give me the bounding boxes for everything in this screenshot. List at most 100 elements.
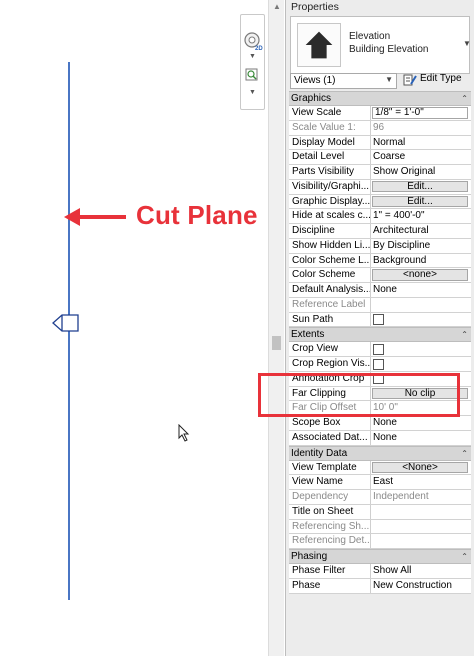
type-name-label: Building Elevation [349,44,429,55]
property-row-sun-path[interactable]: Sun Path [289,312,471,328]
scroll-up-arrow-icon[interactable]: ▲ [273,2,281,11]
property-row-visibility-graphics[interactable]: Visibility/Graphi... Edit... [289,179,471,195]
property-row-view-template[interactable]: View Template <None> [289,460,471,476]
property-row-discipline[interactable]: Discipline Architectural [289,224,471,239]
property-value[interactable]: 1" = 400'-0" [371,209,471,223]
property-name: Sun Path [289,312,371,327]
property-row-associated-datum[interactable]: Associated Dat... None [289,430,471,446]
property-value [371,534,471,548]
property-name: Discipline [289,224,371,238]
chevron-down-icon[interactable]: ▼ [463,39,471,48]
property-name: Crop View [289,342,371,356]
property-name: Graphic Display... [289,194,371,209]
crop-view-checkbox[interactable] [373,343,384,355]
edit-type-button[interactable]: Edit Type [401,71,469,89]
property-value[interactable]: Normal [371,136,471,150]
property-row-scope-box[interactable]: Scope Box None [289,416,471,431]
property-row-phase[interactable]: Phase New Construction [289,578,471,594]
property-value[interactable]: East [371,475,471,489]
property-row-color-scheme-location[interactable]: Color Scheme L... Background [289,253,471,269]
property-value[interactable]: Architectural [371,224,471,238]
property-row-dependency: Dependency Independent [289,490,471,505]
scrollbar-thumb[interactable] [272,336,281,350]
view-scale-input[interactable]: 1/8" = 1'-0" [372,107,468,119]
instance-selector[interactable]: Views (1) ▼ [290,73,397,89]
zoom-icon[interactable] [243,67,263,87]
properties-palette: Properties Elevation Building Elevation … [285,0,474,656]
collapse-icon[interactable]: ⌃ [461,550,468,563]
drawing-area[interactable]: Cut Plane 2D ▼ ▼ [0,0,268,656]
property-row-hide-at-scales[interactable]: Hide at scales c... 1" = 400'-0" [289,209,471,224]
type-selector[interactable]: Elevation Building Elevation ▼ [290,16,471,74]
property-name: Default Analysis... [289,283,371,297]
property-value: Independent [373,491,429,502]
property-name: View Name [289,475,371,489]
crop-region-visible-checkbox[interactable] [373,358,384,370]
edit-type-icon [403,74,417,86]
section-extents[interactable]: Extents ⌃ [289,327,471,343]
visibility-graphics-edit-button[interactable]: Edit... [372,180,468,193]
wheel-2d-label: 2D [255,46,263,51]
cut-plane-annotation: Cut Plane [136,200,258,230]
type-family-label: Elevation [349,31,391,42]
revit-window: Cut Plane 2D ▼ ▼ ▲ Properties Elevation … [0,0,474,656]
section-phasing[interactable]: Phasing ⌃ [289,549,471,564]
property-value[interactable]: None [371,283,471,297]
property-row-reference-label: Reference Label [289,297,471,313]
section-graphics[interactable]: Graphics ⌃ [289,91,471,106]
property-value[interactable]: Coarse [371,150,471,164]
steering-wheel-icon[interactable]: 2D [243,31,263,51]
property-name: View Template [289,460,371,475]
graphic-display-edit-button[interactable]: Edit... [372,195,468,207]
elevation-marker-icon[interactable] [52,313,80,333]
property-name: Show Hidden Li... [289,238,371,253]
section-identity-data[interactable]: Identity Data ⌃ [289,445,471,461]
property-row-crop-view[interactable]: Crop View [289,342,471,357]
property-row-default-analysis[interactable]: Default Analysis... None [289,283,471,298]
property-row-phase-filter[interactable]: Phase Filter Show All [289,564,471,579]
property-name: Hide at scales c... [289,209,371,223]
property-row-crop-region-visible[interactable]: Crop Region Vis... [289,357,471,372]
property-value[interactable] [371,505,471,519]
section-label: Identity Data [291,447,348,459]
property-row-title-on-sheet[interactable]: Title on Sheet [289,504,471,520]
property-name: Phase [289,578,371,593]
property-value[interactable]: By Discipline [371,239,471,253]
sun-path-checkbox[interactable] [373,314,384,325]
section-label: Phasing [291,551,328,562]
collapse-icon[interactable]: ⌃ [461,92,468,105]
property-row-color-scheme[interactable]: Color Scheme <none> [289,268,471,283]
property-value[interactable]: Show Original [371,165,471,179]
properties-grid: Graphics ⌃ View Scale 1/8" = 1'-0" Scale… [289,91,471,594]
far-clipping-highlight-box [258,373,460,417]
property-name: Dependency [289,490,371,504]
property-name: Referencing Sh... [289,519,371,534]
property-row-display-model[interactable]: Display Model Normal [289,135,471,151]
property-row-show-hidden-lines[interactable]: Show Hidden Li... By Discipline [289,238,471,254]
property-row-referencing-detail: Referencing Det... [289,534,471,549]
property-name: Parts Visibility [289,165,371,179]
chevron-down-icon[interactable]: ▼ [249,89,256,96]
property-row-detail-level[interactable]: Detail Level Coarse [289,150,471,165]
view-template-button[interactable]: <None> [372,461,468,473]
property-value[interactable]: New Construction [371,579,471,593]
property-name: Visibility/Graphi... [289,179,371,194]
property-name: Detail Level [289,150,371,164]
property-row-parts-visibility[interactable]: Parts Visibility Show Original [289,165,471,180]
collapse-icon[interactable]: ⌃ [461,447,468,460]
property-value[interactable]: None [371,416,471,430]
property-row-graphic-display[interactable]: Graphic Display... Edit... [289,194,471,210]
property-row-view-name[interactable]: View Name East [289,475,471,490]
property-name: Phase Filter [289,564,371,578]
property-value[interactable]: Show All [371,564,471,578]
chevron-down-icon[interactable]: ▼ [249,53,256,60]
property-value[interactable]: Background [371,254,471,268]
vertical-scrollbar[interactable]: ▲ [268,0,284,656]
collapse-icon[interactable]: ⌃ [461,328,468,341]
property-row-view-scale[interactable]: View Scale 1/8" = 1'-0" [289,106,471,121]
property-name: View Scale [289,106,371,120]
chevron-down-icon[interactable]: ▼ [385,75,393,84]
color-scheme-button[interactable]: <none> [372,269,468,281]
property-value[interactable]: None [371,431,471,445]
left-arrow-icon [64,208,126,226]
